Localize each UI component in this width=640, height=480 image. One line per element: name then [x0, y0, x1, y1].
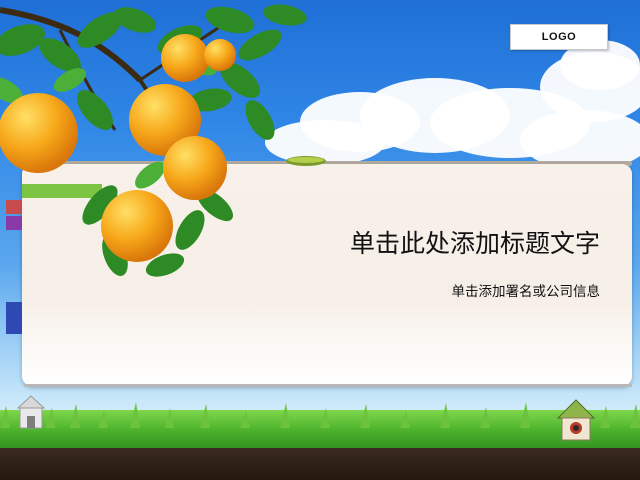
slide-subtitle[interactable]: 单击添加署名或公司信息 — [452, 280, 601, 300]
grass-blades — [0, 402, 640, 428]
house-icon — [16, 395, 46, 429]
logo-text: LOGO — [541, 31, 577, 43]
panel-bottom-edge — [24, 384, 632, 387]
slide-title[interactable]: 单击此处添加标题文字 — [350, 224, 600, 260]
soil-strip — [0, 448, 640, 480]
slide: LOGO 单击此处添加标题文字 单击添加署名或公司信息 — [0, 0, 640, 480]
hut-icon — [556, 399, 596, 441]
logo-box: LOGO — [510, 24, 608, 50]
tab-blue — [6, 302, 22, 334]
caterpillar-icon — [286, 156, 326, 166]
orange-tree-icon — [0, 4, 307, 277]
